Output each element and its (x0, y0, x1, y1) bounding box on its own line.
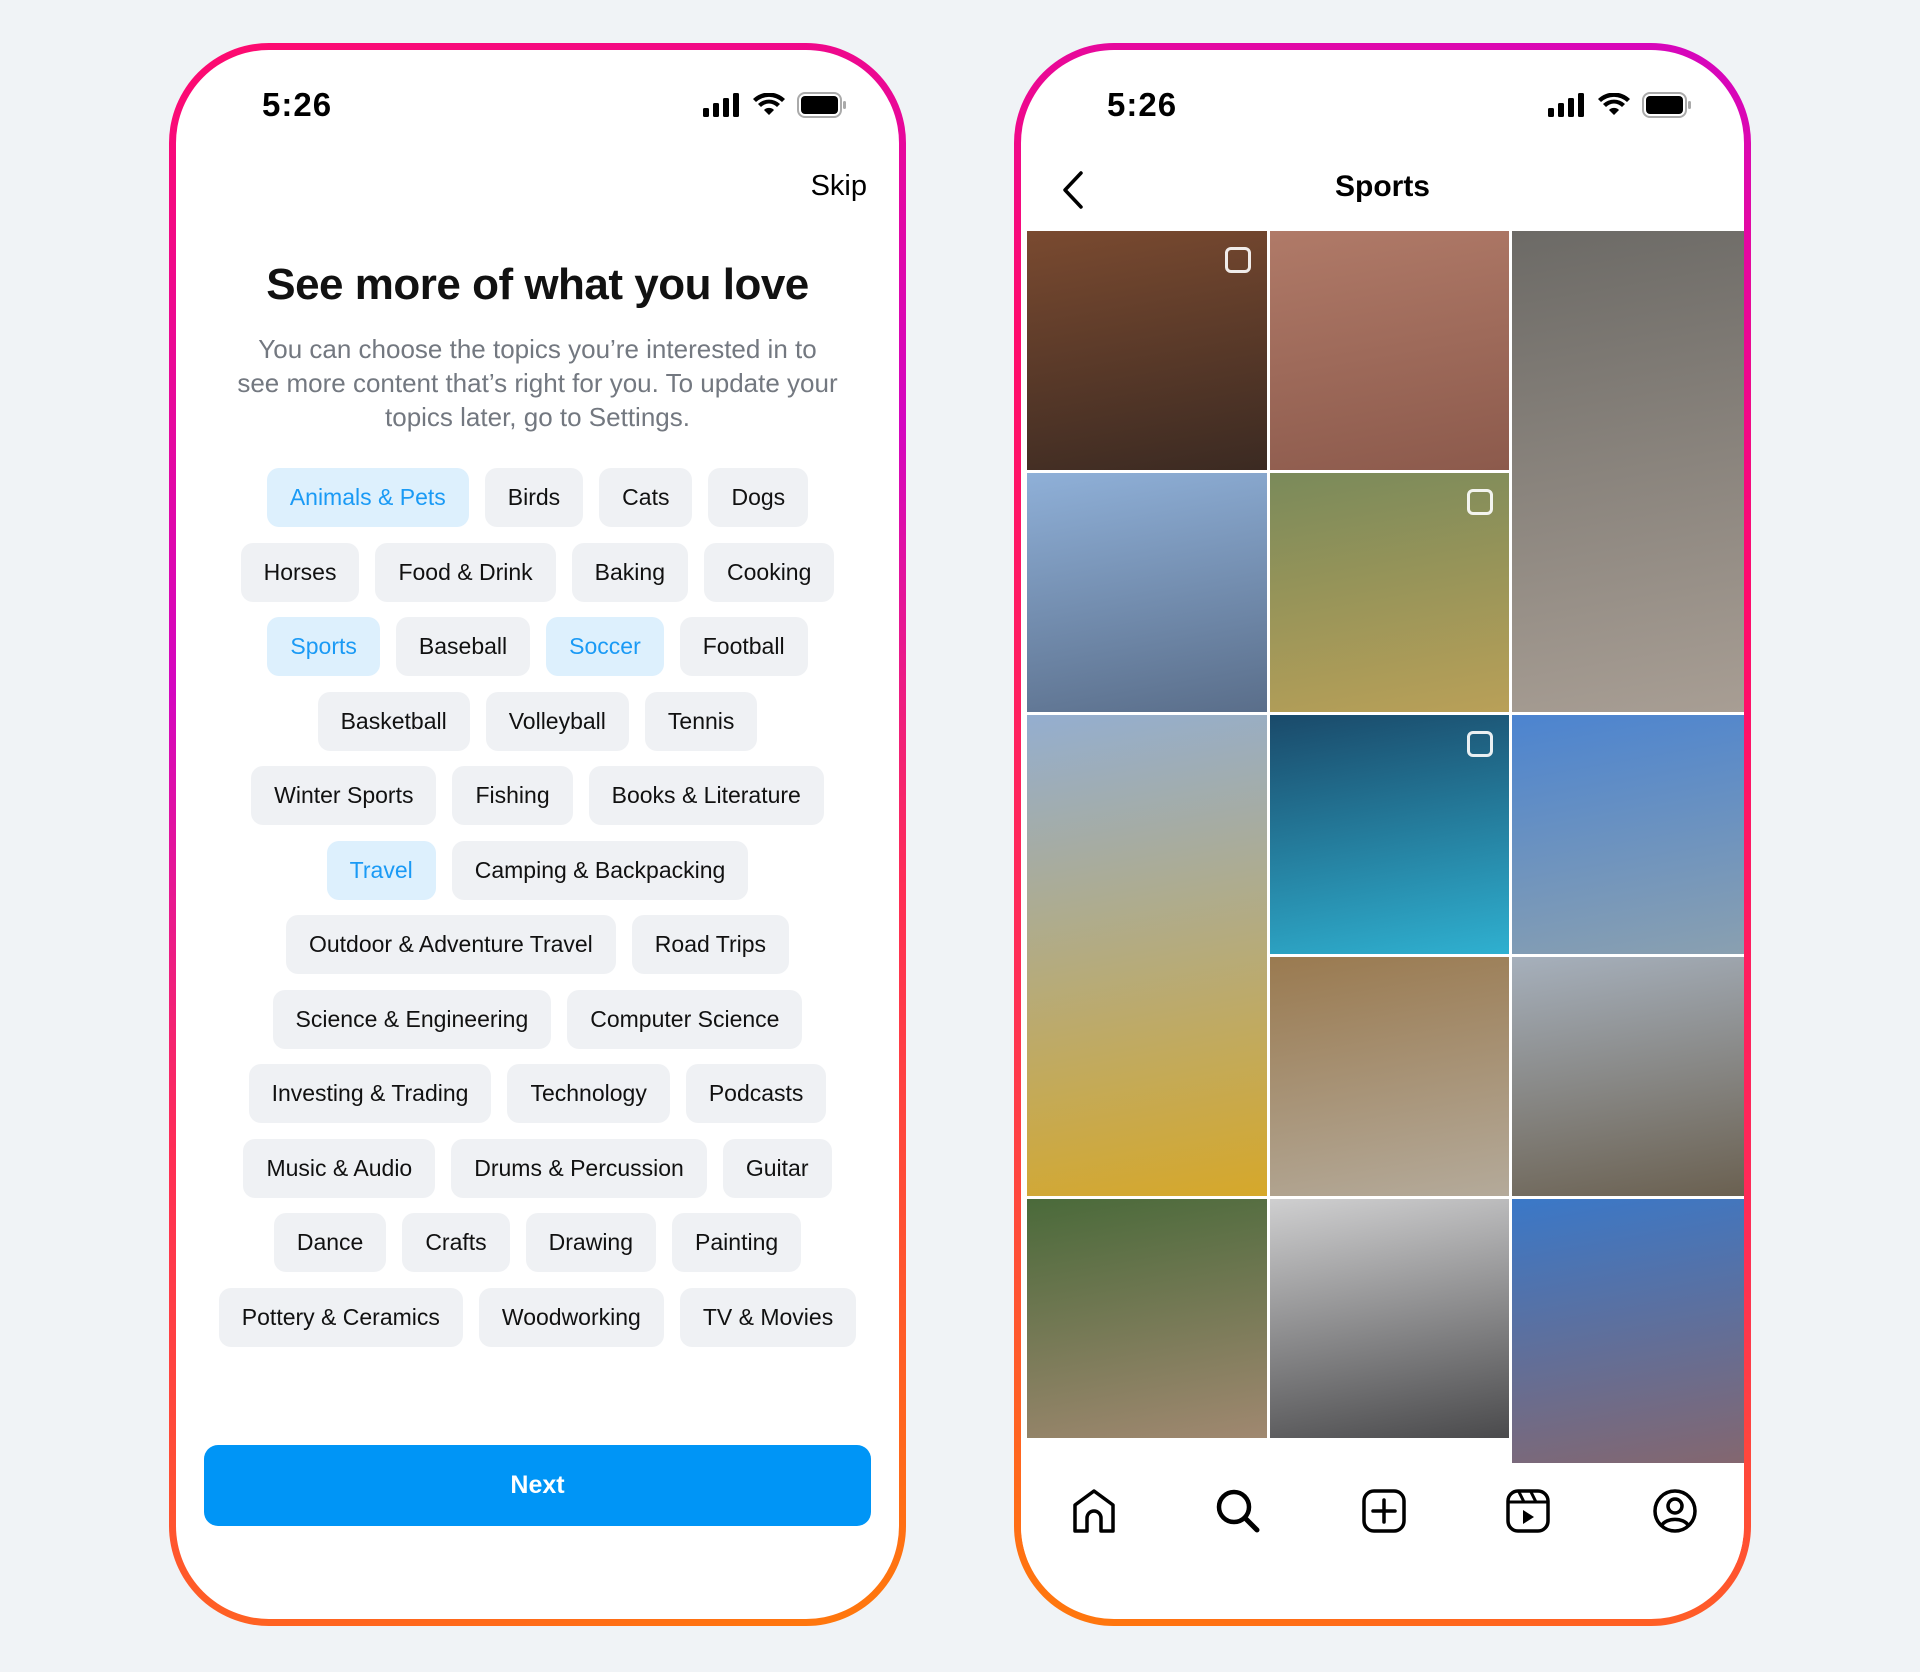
chip-row: Basketball Volleyball Tennis (176, 691, 899, 751)
photo-tile[interactable] (1027, 1199, 1267, 1438)
topic-chip[interactable]: Guitar (722, 1138, 832, 1198)
photo-tile[interactable] (1269, 957, 1510, 1196)
profile-icon[interactable] (1652, 1488, 1698, 1539)
next-button[interactable]: Next (204, 1445, 871, 1526)
topic-chip[interactable]: Crafts (402, 1213, 510, 1272)
status-bar: 5:26 (1021, 84, 1744, 124)
phone-sports: 5:26 Sports (1014, 43, 1751, 1626)
topic-chip[interactable]: Baking (571, 542, 688, 602)
topic-chip[interactable]: Music & Audio (243, 1138, 436, 1198)
topic-chip[interactable]: Camping & Backpacking (451, 840, 749, 900)
topic-chip[interactable]: Road Trips (631, 915, 790, 974)
topic-chip[interactable]: Painting (672, 1213, 802, 1272)
topic-chips: Animals & Pets Birds Cats Dogs Horses Food & … (176, 468, 899, 1362)
photo-tile[interactable] (1269, 473, 1510, 712)
photo-tile[interactable] (1512, 957, 1744, 1196)
topic-chip[interactable]: Cooking (704, 542, 835, 602)
chip-row: Animals & Pets Birds Cats Dogs (176, 468, 899, 527)
topic-chip[interactable]: Investing & Trading (248, 1064, 492, 1123)
chip-row: Outdoor & Adventure Travel Road Trips (176, 915, 899, 974)
signal-icon (1548, 93, 1584, 117)
topic-chip[interactable]: Computer Science (567, 989, 803, 1049)
search-icon[interactable] (1215, 1488, 1261, 1539)
multi-post-icon (1224, 247, 1251, 273)
status-time: 5:26 (1107, 86, 1178, 123)
skip-button[interactable]: Skip (811, 170, 867, 203)
chip-row: Pottery & Ceramics Woodworking TV & Movies (176, 1287, 899, 1347)
topic-chip[interactable]: Books & Literature (588, 766, 824, 825)
chip-row: Travel Camping & Backpacking (176, 840, 899, 900)
bottom-nav (1021, 1463, 1744, 1563)
topic-chip[interactable]: Volleyball (485, 691, 629, 751)
topic-chip[interactable]: Horses (240, 542, 360, 602)
topic-chip[interactable]: Football (679, 617, 808, 676)
sports-screen: 5:26 Sports (1021, 50, 1744, 1619)
chip-row: Investing & Trading Technology Podcasts (176, 1064, 899, 1123)
topic-chip[interactable]: Soccer (546, 617, 664, 676)
phone-topics: 5:26 Skip See more of what you love You … (169, 43, 906, 1626)
topic-chip[interactable]: Podcasts (685, 1064, 827, 1123)
reels-icon (1467, 731, 1494, 757)
topic-chip[interactable]: Travel (326, 840, 436, 900)
topic-chip[interactable]: Science & Engineering (272, 989, 552, 1049)
topic-chip[interactable]: Baseball (395, 617, 531, 676)
wifi-icon (1598, 93, 1630, 115)
photo-tile[interactable] (1027, 231, 1267, 470)
create-icon[interactable] (1361, 1488, 1407, 1539)
topic-chip[interactable]: Outdoor & Adventure Travel (285, 915, 616, 974)
chip-row: Music & Audio Drums & Percussion Guitar (176, 1138, 899, 1198)
chip-row: Horses Food & Drink Baking Cooking (176, 542, 899, 602)
page-description: You can choose the topics you’re interes… (237, 334, 838, 432)
topic-chip[interactable]: TV & Movies (679, 1287, 857, 1347)
photo-tile[interactable] (1269, 231, 1510, 470)
photo-tile[interactable] (1512, 715, 1744, 954)
photo-tile[interactable] (1512, 231, 1744, 712)
home-icon[interactable] (1071, 1488, 1117, 1539)
chip-row: Sports Baseball Soccer Football (176, 617, 899, 676)
topic-chip[interactable]: Basketball (317, 691, 470, 751)
multi-post-icon (1467, 489, 1494, 515)
chip-row: Winter Sports Fishing Books & Literature (176, 766, 899, 825)
status-bar: 5:26 (176, 84, 899, 124)
battery-icon (797, 92, 846, 118)
topic-chip[interactable]: Fishing (452, 766, 573, 825)
topic-chip[interactable]: Woodworking (478, 1287, 664, 1347)
status-time: 5:26 (262, 86, 333, 123)
chip-row: Dance Crafts Drawing Painting (176, 1213, 899, 1272)
topic-chip[interactable]: Drawing (525, 1213, 657, 1272)
topic-chip[interactable]: Winter Sports (251, 766, 437, 825)
photo-tile[interactable] (1027, 715, 1267, 1196)
page-title: Sports (1334, 170, 1430, 203)
photo-grid (1027, 231, 1744, 1463)
page-title: See more of what you love (266, 260, 809, 309)
topic-chip[interactable]: Dogs (708, 468, 809, 527)
reels-icon[interactable] (1505, 1488, 1551, 1539)
signal-icon (703, 93, 739, 117)
wifi-icon (753, 93, 785, 115)
topic-chip[interactable]: Pottery & Ceramics (218, 1287, 463, 1347)
topic-chip[interactable]: Dance (273, 1213, 387, 1272)
topic-chip[interactable]: Animals & Pets (266, 468, 469, 527)
topic-chip[interactable]: Cats (599, 468, 693, 527)
topic-chip[interactable]: Tennis (644, 691, 758, 751)
photo-tile[interactable] (1269, 1199, 1510, 1438)
photo-tile[interactable] (1269, 715, 1510, 954)
topic-chip[interactable]: Birds (484, 468, 584, 527)
topic-chip[interactable]: Technology (507, 1064, 670, 1123)
topic-chip[interactable]: Drums & Percussion (451, 1138, 707, 1198)
photo-tile[interactable] (1512, 1199, 1744, 1463)
topic-chip[interactable]: Food & Drink (375, 542, 556, 602)
battery-icon (1642, 92, 1691, 118)
topic-chip[interactable]: Sports (267, 617, 380, 676)
chip-row: Science & Engineering Computer Science (176, 989, 899, 1049)
photo-tile[interactable] (1027, 473, 1267, 712)
topics-screen: 5:26 Skip See more of what you love You … (176, 50, 899, 1619)
